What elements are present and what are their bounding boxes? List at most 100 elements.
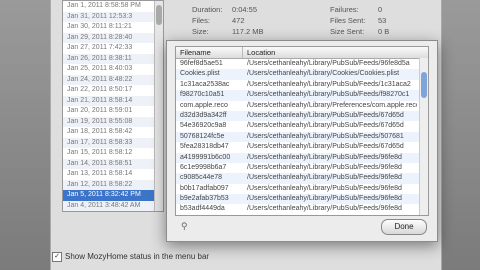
location-cell: /Users/cethanleahy/Library/Preferences/c… [247,101,417,109]
filename-cell: 1c31aca2538ac [180,80,230,88]
filename-cell: Cookies.plist [180,70,220,78]
date-list-item[interactable]: Jan 4, 2011 3:48:42 AM [63,200,163,211]
filename-cell: com.apple.reco [180,101,228,109]
table-row[interactable]: b9e2afab37b53/Users/cethanleahy/Library/… [176,194,428,205]
date-list-item[interactable]: Jan 27, 2011 7:42:33 [63,43,163,54]
location-cell: /Users/cethanleahy/Library/PubSub/Feeds/… [247,60,410,67]
column-header-filename[interactable]: Filename [176,47,243,58]
date-list-item[interactable]: Jan 18, 2011 8:58:42 [63,127,163,138]
location-cell: /Users/cethanleahy/Library/PubSub/Feeds/… [247,122,404,130]
size-sent-value: 0 B [378,27,390,36]
date-list-item[interactable]: Jan 20, 2011 8:59:01 [63,106,163,117]
date-list-item[interactable]: Jan 12, 2011 8:58:22 [63,179,163,190]
date-list-item[interactable]: Jan 22, 2011 8:50:17 [63,85,163,96]
column-header-location[interactable]: Location [243,47,275,58]
table-row[interactable]: a4199991b6c00/Users/cethanleahy/Library/… [176,152,428,163]
date-list-item[interactable]: Jan 14, 2011 8:58:51 [63,158,163,169]
location-cell: /Users/cethanleahy/Library/PubSub/Feeds/… [247,80,411,88]
menubar-status-checkbox[interactable]: ✓ [52,252,62,262]
magnifier-icon[interactable]: ⚲ [181,221,188,232]
filename-cell: c9085c44e78 [180,174,223,182]
location-cell: /Users/cethanleahy/Library/PubSub/Feeds/… [247,91,410,99]
table-row[interactable]: 6c1e9998b6a7/Users/cethanleahy/Library/P… [176,163,428,173]
files-sent-label: Files Sent: [330,16,366,25]
table-row[interactable]: com.apple.reco/Users/cethanleahy/Library… [176,101,428,111]
filename-cell: b53adf4449da [180,205,225,213]
filename-cell: 6c1e9998b6a7 [180,163,227,171]
table-row[interactable]: f98270c10a51/Users/cethanleahy/Library/P… [176,90,428,101]
table-row[interactable]: Cookies.plist/Users/cethanleahy/Library/… [176,69,428,80]
files-value: 472 [232,16,245,25]
date-list-item[interactable]: Jan 3, 2011 8:58:22 AM [63,211,163,212]
table-header: Filename Location [176,47,428,59]
date-list-item[interactable]: Jan 24, 2011 8:48:22 [63,74,163,85]
done-button[interactable]: Done [381,219,427,235]
table-body: 96fef8d5ae51/Users/cethanleahy/Library/P… [176,59,428,216]
stat-row-files: Files: 472 Files Sent: 53 [180,15,430,26]
filename-cell: a4199991b6c00 [180,153,231,161]
menubar-status-label: Show MozyHome status in the menu bar [65,252,210,262]
filename-cell: d32d3d9a342ff [180,111,227,119]
location-cell: /Users/cethanleahy/Library/PubSub/Feeds/… [247,184,402,192]
backup-stats: Duration: 0:04:55 Failures: 0 Files: 472… [180,4,430,37]
date-list-item[interactable]: Jan 29, 2011 8:28:40 [63,32,163,43]
filename-cell: 54e36920c9a8 [180,122,227,130]
date-list-item[interactable]: Jan 25, 2011 8:40:03 [63,64,163,75]
date-list-item[interactable]: Jan 5, 2011 8:32:42 PM [63,190,163,201]
table-row[interactable]: 5fea28318db47/Users/cethanleahy/Library/… [176,142,428,152]
stat-row-duration: Duration: 0:04:55 Failures: 0 [180,4,430,15]
table-row[interactable]: 50768124fc5e/Users/cethanleahy/Library/P… [176,131,428,143]
table-row[interactable]: 96fef8d5ae51/Users/cethanleahy/Library/P… [176,59,428,69]
files-label: Files: [192,16,210,25]
date-list-item[interactable]: Jan 26, 2011 8:38:11 [63,53,163,64]
date-list-item[interactable]: Jan 30, 2011 8:11:21 [63,22,163,33]
location-cell: /Users/cethanleahy/Library/PubSub/Feeds/… [247,195,402,203]
duration-label: Duration: [192,5,223,14]
filename-cell: 5fea28318db47 [180,143,229,151]
failures-value: 0 [378,5,383,14]
files-sent-value: 53 [378,16,387,25]
location-cell: /Users/cethanleahy/Library/PubSub/Feeds/… [247,215,417,216]
date-list-item[interactable]: Jan 17, 2011 8:58:33 [63,137,163,148]
location-cell: /Users/cethanleahy/Library/PubSub/Feeds/… [247,153,402,161]
file-details-sheet: Filename Location 96fef8d5ae51/Users/cet… [166,40,438,242]
date-list-item[interactable]: Jan 15, 2011 8:58:12 [63,148,163,159]
table-row[interactable]: c9085c44e78/Users/cethanleahy/Library/Pu… [176,173,428,184]
date-list-item[interactable]: Jan 31, 2011 12:53:3 [63,11,163,22]
filename-cell: 50768124fc5e [180,132,225,140]
location-cell: /Users/cethanleahy/Library/Cookies/Cooki… [247,70,400,78]
backup-date-list[interactable]: Jan 1, 2011 8:58:58 PM Jan 31, 2011 12:53… [62,0,164,212]
date-list-item[interactable]: Jan 13, 2011 8:58:14 [63,169,163,180]
failures-label: Failures: [330,5,359,14]
table-scrollbar[interactable] [419,58,428,215]
filename-cell: f98270c10a51 [180,91,225,99]
location-cell: /Users/cethanleahy/Library/PubSub/Feeds/… [247,111,404,119]
table-row[interactable]: b0b17adfab097/Users/cethanleahy/Library/… [176,184,428,194]
date-list-item[interactable]: Jan 19, 2011 8:55:08 [63,116,163,127]
filename-cell: b0b17adfab097 [180,184,229,192]
scrollbar-thumb[interactable] [421,72,427,98]
date-list-item[interactable]: Jan 21, 2011 8:58:14 [63,95,163,106]
filename-cell: 96fef8d5ae51 [180,60,223,67]
date-list-item[interactable]: Jan 1, 2011 8:58:58 PM [63,1,163,12]
table-row[interactable]: b53adf4449da/Users/cethanleahy/Library/P… [176,204,428,214]
filename-cell: b9e2afab37b53 [180,195,229,203]
menubar-status-option[interactable]: ✓ Show MozyHome status in the menu bar [52,252,209,262]
table-row[interactable]: 1c31aca2538ac/Users/cethanleahy/Library/… [176,80,428,90]
filename-cell: a85ecb126cd2c [180,215,240,216]
files-table[interactable]: Filename Location 96fef8d5ae51/Users/cet… [175,46,429,216]
stat-row-size: Size: 117.2 MB Size Sent: 0 B [180,26,430,37]
scrollbar-thumb[interactable] [156,5,162,25]
size-sent-label: Size Sent: [330,27,365,36]
location-cell: /Users/cethanleahy/Library/PubSub/Feeds/… [247,163,402,171]
location-cell: /Users/cethanleahy/Library/PubSub/Feeds/… [247,174,402,182]
table-row[interactable]: d32d3d9a342ff/Users/cethanleahy/Library/… [176,110,428,122]
table-row[interactable]: 54e36920c9a8/Users/cethanleahy/Library/P… [176,121,428,131]
table-row[interactable]: a85ecb126cd2c/Users/cethanleahy/Library/… [176,214,428,216]
location-cell: /Users/cethanleahy/Library/PubSub/Feeds/… [247,143,404,151]
duration-value: 0:04:55 [232,5,258,14]
size-value: 117.2 MB [232,27,264,36]
date-list-scrollbar[interactable] [154,1,163,211]
size-label: Size: [192,27,209,36]
location-cell: /Users/cethanleahy/Library/PubSub/Feeds/… [247,132,404,140]
